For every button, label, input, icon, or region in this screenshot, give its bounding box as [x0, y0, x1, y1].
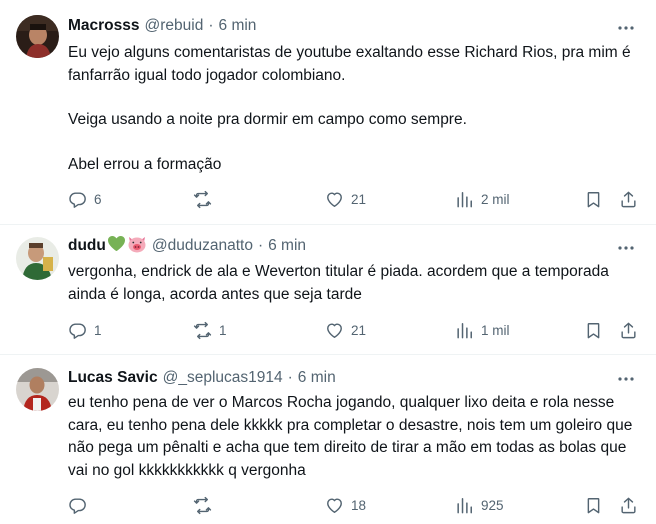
timestamp[interactable]: 6 min	[219, 17, 257, 35]
views-chart-icon	[457, 497, 472, 513]
tweet-paragraph: Abel errou a formação	[68, 155, 222, 173]
tweet-paragraph: eu tenho pena de ver o Marcos Rocha joga…	[68, 394, 633, 479]
views-button[interactable]: 925	[455, 493, 504, 517]
views-chart-icon	[457, 322, 472, 338]
tweet[interactable]: Macrosss @rebuid · 6 min Eu vejo alguns …	[0, 0, 656, 225]
share-button[interactable]	[619, 493, 638, 517]
bookmark-icon	[587, 322, 600, 338]
reply-icon	[69, 497, 86, 514]
separator-dot: ·	[208, 17, 214, 34]
tweet-header: Lucas Savic @_seplucas1914 · 6 min	[68, 368, 336, 388]
tweet-feed: Macrosss @rebuid · 6 min Eu vejo alguns …	[0, 0, 656, 524]
bookmark-button[interactable]	[584, 187, 603, 211]
retweet-button[interactable]: 1	[193, 318, 227, 342]
separator-dot: ·	[257, 237, 264, 254]
avatar[interactable]	[16, 368, 59, 411]
retweet-count: 1	[219, 322, 227, 338]
retweet-icon	[193, 496, 212, 514]
share-button[interactable]	[619, 318, 638, 342]
heart-icon	[327, 497, 342, 513]
share-button[interactable]	[619, 187, 638, 211]
views-button[interactable]: 1 mil	[455, 318, 510, 342]
retweet-icon	[193, 190, 212, 208]
reply-icon	[69, 191, 86, 208]
heart-icon	[327, 191, 342, 207]
green-heart-emoji	[107, 235, 126, 257]
tweet-text: vergonha, endrick de ala e Weverton titu…	[68, 261, 643, 306]
share-icon	[621, 497, 636, 513]
retweet-icon	[193, 321, 212, 339]
avatar[interactable]	[16, 15, 59, 58]
share-icon	[621, 191, 636, 207]
view-count: 925	[481, 497, 504, 513]
view-count: 1 mil	[481, 322, 510, 338]
like-button[interactable]: 21	[325, 187, 366, 211]
retweet-button[interactable]	[193, 187, 219, 211]
tweet-paragraph: vergonha, endrick de ala e Weverton titu…	[68, 263, 609, 303]
tweet-paragraph: Veiga usando a noite pra dormir em campo…	[68, 111, 467, 128]
display-name[interactable]: Lucas Savic	[68, 369, 158, 387]
like-button[interactable]: 18	[325, 493, 366, 517]
display-name[interactable]: dudu	[68, 237, 106, 255]
heart-icon	[327, 322, 342, 338]
tweet-text: Eu vejo alguns comentaristas de youtube …	[68, 42, 643, 176]
reply-count: 6	[94, 191, 102, 207]
more-dots-icon[interactable]	[616, 18, 636, 38]
tweet-header: dudu @duduzanatto · 6 min	[68, 235, 306, 258]
tweet[interactable]: Lucas Savic @_seplucas1914 · 6 min eu te…	[0, 355, 656, 524]
timestamp[interactable]: 6 min	[268, 237, 306, 255]
tweet-actions: 6 21 2 mil	[0, 187, 656, 211]
bookmark-button[interactable]	[584, 318, 603, 342]
like-count: 21	[351, 191, 367, 207]
bookmark-icon	[587, 497, 600, 513]
retweet-button[interactable]	[193, 493, 219, 517]
pig-face-emoji	[127, 235, 147, 258]
views-chart-icon	[457, 191, 472, 207]
share-icon	[621, 322, 636, 338]
tweet-header: Macrosss @rebuid · 6 min	[68, 16, 256, 36]
avatar[interactable]	[16, 237, 59, 280]
timestamp[interactable]: 6 min	[298, 369, 336, 387]
display-name[interactable]: Macrosss	[68, 17, 140, 35]
bookmark-button[interactable]	[584, 493, 603, 517]
view-count: 2 mil	[481, 191, 510, 207]
like-count: 18	[351, 497, 367, 513]
user-handle[interactable]: @_seplucas1914	[163, 369, 283, 387]
views-button[interactable]: 2 mil	[455, 187, 510, 211]
tweet-text: eu tenho pena de ver o Marcos Rocha joga…	[68, 392, 643, 482]
tweet[interactable]: dudu @duduzanatto · 6 min vergonha, endr…	[0, 225, 656, 355]
tweet-actions: 1 1 21 1 mil	[0, 318, 656, 342]
user-handle[interactable]: @rebuid	[145, 17, 204, 35]
reply-icon	[69, 322, 86, 339]
user-handle[interactable]: @duduzanatto	[152, 237, 253, 255]
like-button[interactable]: 21	[325, 318, 366, 342]
more-dots-icon[interactable]	[616, 369, 636, 389]
reply-count: 1	[94, 322, 102, 338]
tweet-paragraph: Eu vejo alguns comentaristas de youtube …	[68, 44, 631, 84]
separator-dot: ·	[287, 369, 293, 386]
tweet-actions: 18 925	[0, 493, 656, 517]
reply-button[interactable]	[68, 493, 94, 517]
reply-button[interactable]: 1	[68, 318, 102, 342]
reply-button[interactable]: 6	[68, 187, 102, 211]
more-dots-icon[interactable]	[616, 238, 636, 258]
like-count: 21	[351, 322, 367, 338]
bookmark-icon	[587, 191, 600, 207]
